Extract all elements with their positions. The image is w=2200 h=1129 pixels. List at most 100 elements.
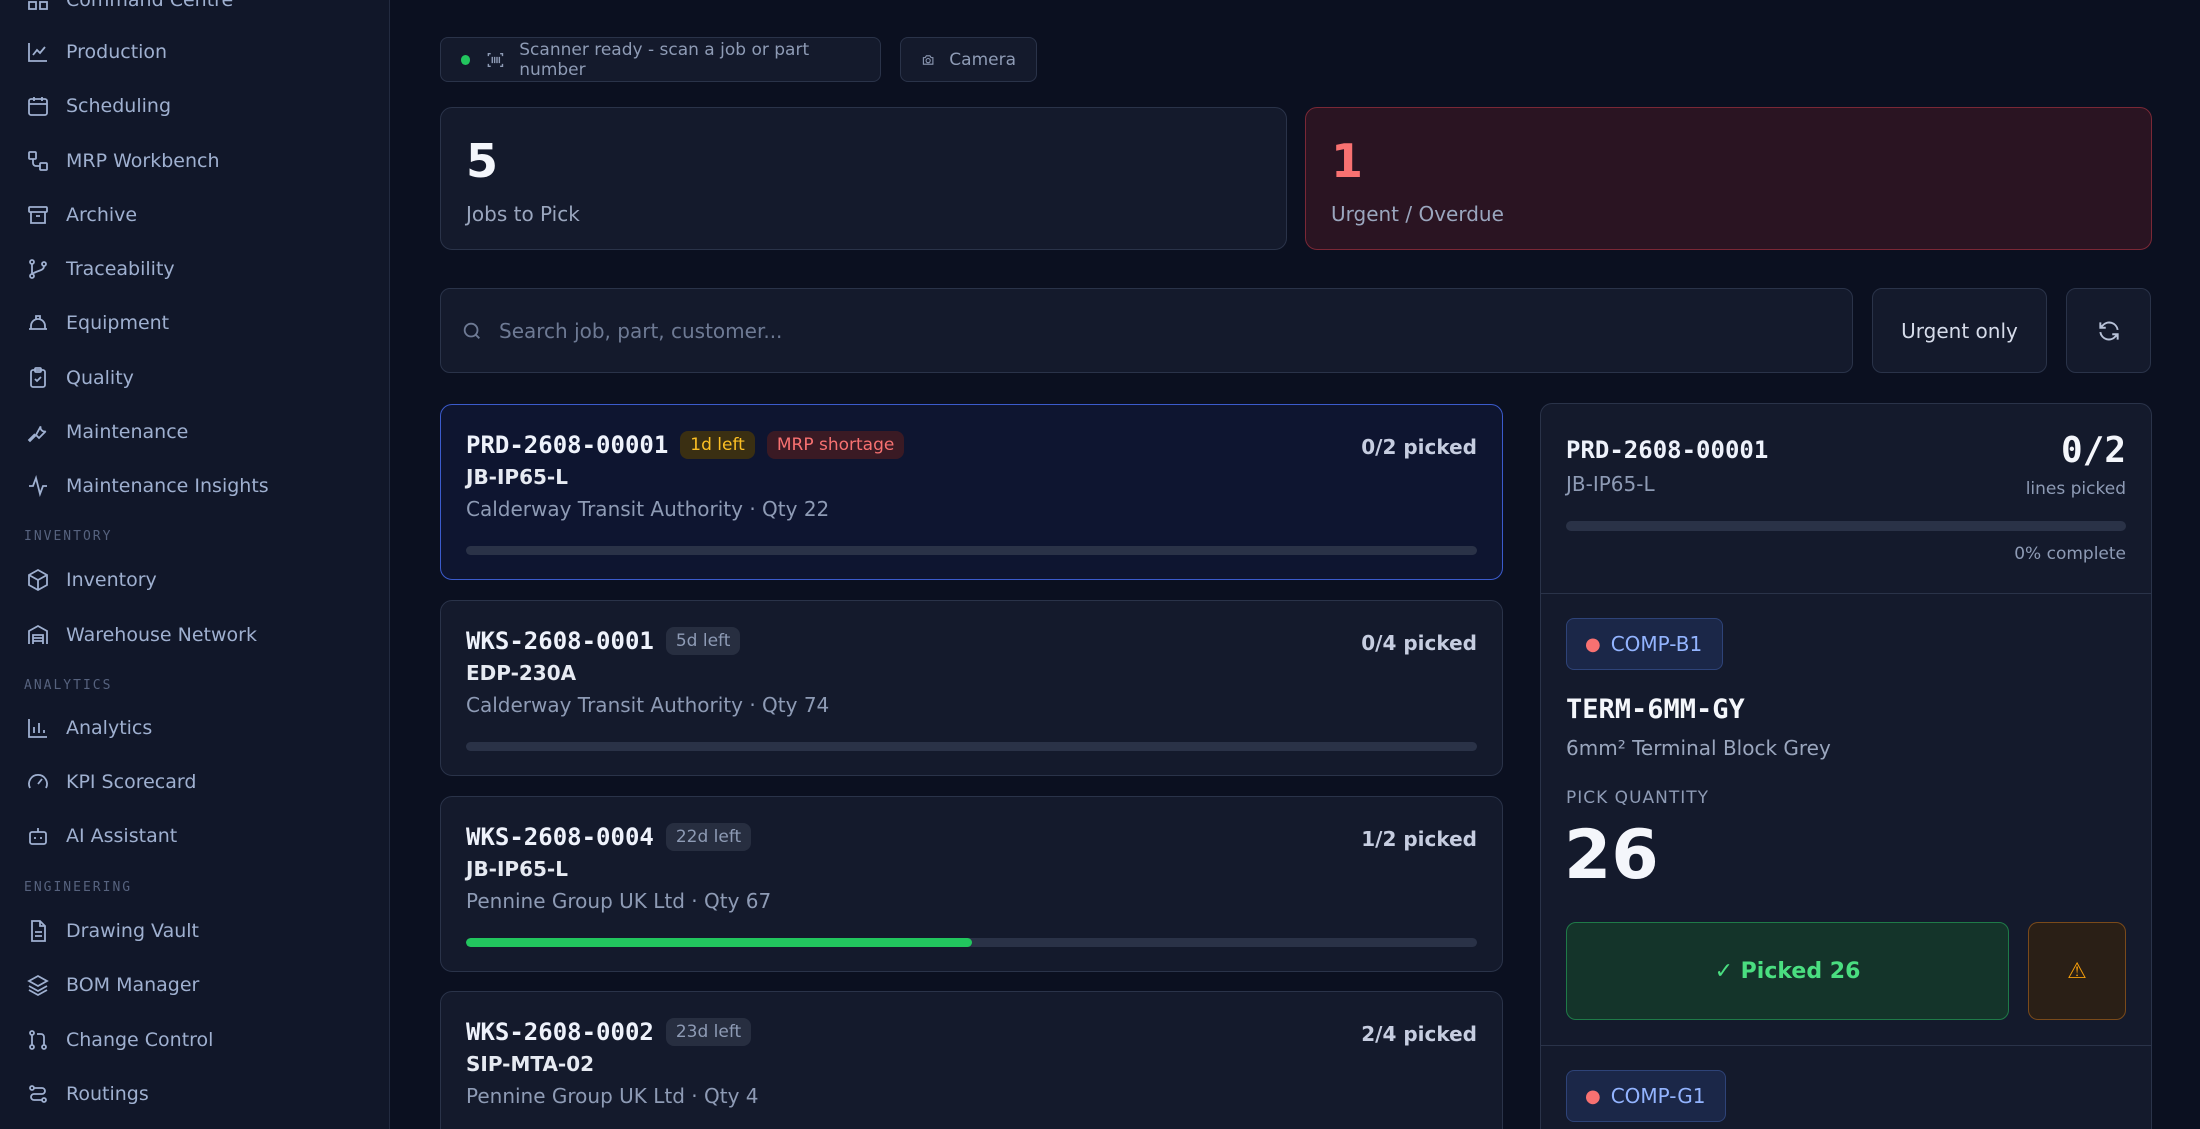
nav-section-engineering: ENGINEERING [24, 880, 133, 895]
camera-label: Camera [949, 49, 1016, 70]
job-progress-bar [466, 546, 1477, 555]
sidebar-item-bom-manager[interactable]: BOM Manager [26, 965, 366, 1005]
sidebar-item-inventory[interactable]: Inventory [26, 560, 366, 600]
status-dot [461, 54, 471, 65]
sidebar-item-label: Drawing Vault [66, 920, 199, 942]
pin-icon: ● [1585, 1085, 1601, 1107]
sidebar: Command Centre Production Scheduling MRP… [0, 0, 390, 1129]
job-progress-bar [466, 938, 1477, 947]
sidebar-item-traceability[interactable]: Traceability [26, 249, 366, 289]
job-progress-bar [466, 742, 1477, 751]
scanner-status: Scanner ready - scan a job or part numbe… [440, 37, 881, 82]
job-part: JB-IP65-L [466, 465, 568, 489]
scanner-status-text: Scanner ready - scan a job or part numbe… [519, 39, 810, 80]
sidebar-item-analytics[interactable]: Analytics [26, 708, 366, 748]
main-content: Scanner ready - scan a job or part numbe… [440, 0, 2152, 1129]
report-issue-button[interactable]: ⚠ [2028, 922, 2126, 1020]
job-card[interactable]: PRD-2608-00001 1d left MRP shortage JB-I… [440, 404, 1503, 580]
job-customer: Calderway Transit Authority · Qty 74 [466, 693, 1477, 717]
refresh-button[interactable] [2066, 288, 2151, 373]
clipboard-check-icon [30, 367, 46, 388]
due-badge: 1d left [680, 431, 755, 459]
sidebar-item-quality[interactable]: Quality [26, 358, 366, 398]
sidebar-item-label: KPI Scorecard [66, 771, 197, 793]
pin-icon: ● [1585, 633, 1601, 655]
sidebar-item-warehouse-network[interactable]: Warehouse Network [26, 615, 366, 655]
pick-qty-value: 26 [1564, 816, 1659, 895]
sidebar-item-label: Inventory [66, 569, 157, 591]
job-id: WKS-2608-0002 [466, 1018, 654, 1046]
job-id: WKS-2608-0001 [466, 627, 654, 655]
sidebar-item-label: Archive [66, 204, 138, 226]
job-picked-count: 0/4 picked [1361, 631, 1477, 655]
detail-complete-label: 0% complete [2014, 544, 2126, 564]
stat-urgent-overdue: 1 Urgent / Overdue [1305, 107, 2152, 250]
customer-name: Calderway Transit Authority [466, 497, 743, 521]
warning-icon: ⚠ [2067, 958, 2087, 984]
due-badge: 23d left [665, 1018, 752, 1046]
search-icon [463, 322, 480, 339]
bar-chart-icon [28, 719, 47, 738]
branch-icon [29, 259, 47, 279]
job-qty: · Qty 67 [691, 889, 772, 913]
sidebar-item-equipment[interactable]: Equipment [26, 303, 366, 343]
stat-label: Jobs to Pick [466, 202, 580, 226]
job-picked-count: 1/2 picked [1361, 827, 1477, 851]
detail-lines-label: lines picked [2025, 479, 2126, 499]
job-card[interactable]: WKS-2608-0001 5d left EDP-230A Calderway… [440, 600, 1503, 776]
hardhat-icon [29, 315, 47, 330]
pick-line-description: 6mm² Terminal Block Grey [1566, 736, 1831, 760]
sidebar-item-label: Maintenance [66, 421, 189, 443]
sidebar-item-change-control[interactable]: Change Control [26, 1020, 366, 1060]
camera-button[interactable]: Camera [900, 37, 1037, 82]
chart-line-icon [28, 43, 47, 62]
progress-fill [466, 938, 972, 947]
sidebar-item-scheduling[interactable]: Scheduling [26, 86, 366, 126]
customer-name: Pennine Group UK Ltd [466, 1084, 685, 1108]
location-badge: ● COMP-B1 [1566, 618, 1724, 670]
sidebar-item-production[interactable]: Production [26, 32, 366, 72]
sidebar-item-label: Quality [66, 367, 134, 389]
due-badge: 5d left [665, 627, 741, 655]
sidebar-item-archive[interactable]: Archive [26, 195, 366, 235]
job-part: JB-IP65-L [466, 857, 568, 881]
sidebar-item-label: Equipment [66, 312, 170, 334]
refresh-icon [2098, 321, 2119, 340]
sidebar-item-label: Change Control [66, 1029, 214, 1051]
customer-name: Pennine Group UK Ltd [466, 889, 685, 913]
sidebar-item-routings[interactable]: Routings [26, 1074, 366, 1114]
sidebar-item-maintenance[interactable]: Maintenance [26, 412, 366, 452]
job-customer: Pennine Group UK Ltd · Qty 4 [466, 1084, 1477, 1108]
sidebar-item-drawing-vault[interactable]: Drawing Vault [26, 911, 366, 951]
job-qty: · Qty 4 [691, 1084, 759, 1108]
job-part: EDP-230A [466, 661, 577, 685]
job-card[interactable]: WKS-2608-0004 22d left JB-IP65-L Pennine… [440, 796, 1503, 972]
sidebar-item-kpi-scorecard[interactable]: KPI Scorecard [26, 762, 366, 802]
job-part: SIP-MTA-02 [466, 1052, 595, 1076]
job-id: PRD-2608-00001 [466, 431, 669, 459]
sidebar-item-label: Maintenance Insights [66, 475, 269, 497]
sidebar-item-maintenance-insights[interactable]: Maintenance Insights [26, 466, 366, 506]
pick-line-part: TERM-6MM-GY [1566, 694, 1745, 725]
nav-section-inventory: INVENTORY [24, 529, 113, 544]
search-box[interactable]: Search job, part, customer... [440, 288, 1853, 373]
stat-value: 5 [466, 134, 499, 188]
sidebar-item-label: BOM Manager [66, 974, 200, 996]
job-qty: · Qty 22 [749, 497, 830, 521]
sidebar-item-ai-assistant[interactable]: AI Assistant [26, 816, 366, 856]
customer-name: Calderway Transit Authority [466, 693, 743, 717]
job-card[interactable]: WKS-2608-0002 23d left SIP-MTA-02 Pennin… [440, 991, 1503, 1129]
warehouse-icon [28, 624, 48, 644]
camera-icon [922, 54, 934, 65]
sidebar-item-mrp-workbench[interactable]: MRP Workbench [26, 141, 366, 181]
location-code: COMP-G1 [1610, 1084, 1706, 1108]
sidebar-item-label: Traceability [66, 258, 175, 280]
picked-button[interactable]: ✓ Picked 26 [1566, 922, 2009, 1020]
sidebar-item-label: Command Centre [66, 0, 234, 11]
sidebar-item-command-centre[interactable]: Command Centre [26, 0, 366, 20]
urgent-only-button[interactable]: Urgent only [1872, 288, 2047, 373]
search-input[interactable]: Search job, part, customer... [499, 319, 782, 343]
job-customer: Calderway Transit Authority · Qty 22 [466, 497, 1477, 521]
stat-value: 1 [1331, 134, 1364, 188]
sidebar-item-label: Production [66, 41, 168, 63]
